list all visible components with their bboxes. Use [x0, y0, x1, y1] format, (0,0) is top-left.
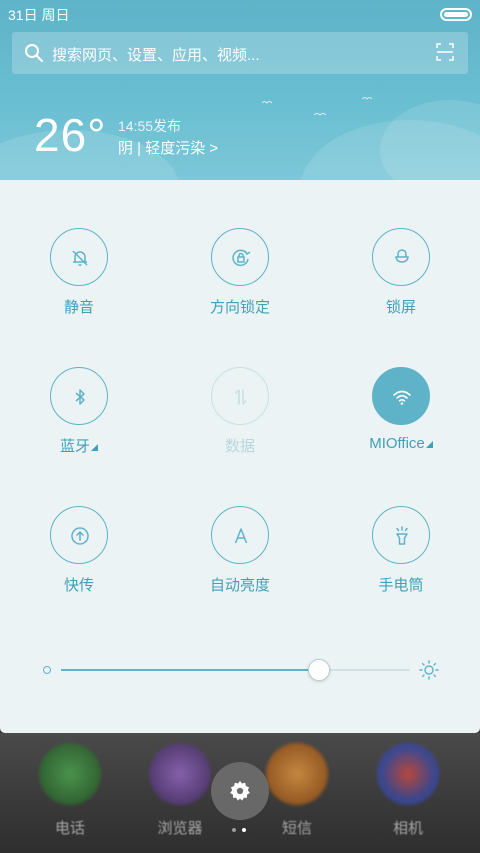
auto-brightness-icon — [211, 506, 269, 564]
brightness-high-icon — [419, 660, 439, 680]
settings-button[interactable] — [211, 762, 269, 820]
toggle-bluetooth[interactable]: 蓝牙 — [19, 367, 139, 456]
search-bar[interactable]: 搜索网页、设置、应用、视频... — [12, 32, 468, 74]
dock-app-phone[interactable]: 电话 — [35, 743, 105, 838]
page-dot — [232, 828, 236, 832]
browser-icon — [149, 743, 211, 805]
brightness-track[interactable] — [61, 659, 410, 681]
gear-icon — [230, 781, 250, 801]
toggle-label: 静音 — [63, 299, 94, 316]
toggle-label: 快传 — [63, 577, 94, 594]
toggle-rotation-lock[interactable]: 方向锁定 — [180, 228, 300, 317]
dock-app-label: 浏览器 — [157, 820, 203, 837]
dock-app-label: 短信 — [281, 820, 312, 837]
toggle-label: 蓝牙 — [19, 435, 139, 456]
toggle-label: 手电筒 — [378, 577, 424, 594]
bird-decoration — [262, 101, 272, 104]
data-arrows-icon — [211, 367, 269, 425]
bird-decoration — [362, 97, 372, 100]
bird-decoration — [314, 113, 326, 116]
toggle-label: MIOffice — [341, 435, 461, 452]
toggle-label: 方向锁定 — [209, 299, 270, 316]
toggle-label: 自动亮度 — [209, 577, 270, 594]
toggle-lock-screen[interactable]: 锁屏 — [341, 228, 461, 317]
bluetooth-label: 蓝牙 — [59, 438, 90, 455]
brightness-slider[interactable] — [40, 659, 440, 681]
page-dot-active — [242, 828, 246, 832]
lock-icon — [372, 228, 430, 286]
page-indicator — [232, 828, 252, 834]
toggle-quick-share[interactable]: 快传 — [19, 506, 139, 595]
dock-app-label: 相机 — [392, 820, 423, 837]
temperature[interactable]: 26° — [34, 108, 107, 162]
wifi-icon — [372, 367, 430, 425]
weather-condition-link[interactable]: 阴 | 轻度污染 > — [118, 137, 218, 158]
wifi-network-label: MIOffice — [369, 435, 425, 452]
message-icon — [266, 743, 328, 805]
toggle-flashlight[interactable]: 手电筒 — [341, 506, 461, 595]
toggle-wifi[interactable]: MIOffice — [341, 367, 461, 452]
battery-icon — [440, 8, 472, 21]
search-input[interactable]: 搜索网页、设置、应用、视频... — [52, 44, 260, 65]
toggle-auto-brightness[interactable]: 自动亮度 — [180, 506, 300, 595]
search-icon — [25, 44, 44, 63]
flashlight-icon — [372, 506, 430, 564]
camera-icon — [377, 743, 439, 805]
scan-icon[interactable] — [436, 43, 454, 61]
menu-indicator-icon — [91, 444, 98, 451]
toggle-mobile-data[interactable]: 数据 — [180, 367, 300, 456]
toggle-label: 锁屏 — [385, 299, 416, 316]
brightness-thumb[interactable] — [308, 659, 331, 681]
bell-off-icon — [50, 228, 108, 286]
cloud-decoration — [380, 100, 480, 180]
status-date: 31日 周日 — [8, 7, 70, 23]
weather-published-time: 14:55发布 — [118, 118, 182, 134]
share-upload-icon — [50, 506, 108, 564]
rotation-lock-icon — [211, 228, 269, 286]
dock-app-messages[interactable]: 短信 — [262, 743, 332, 838]
dock-app-browser[interactable]: 浏览器 — [145, 743, 215, 838]
dock-app-label: 电话 — [54, 820, 85, 837]
status-bar: 31日 周日 — [8, 5, 472, 25]
brightness-low-icon — [43, 666, 51, 674]
toggle-silent[interactable]: 静音 — [19, 228, 139, 317]
quick-settings-panel: 静音 方向锁定 锁屏 蓝牙 数据 MIOffice 快传 自动亮度 手电筒 — [0, 180, 480, 733]
toggle-label: 数据 — [224, 438, 255, 455]
weather-header: 31日 周日 搜索网页、设置、应用、视频... 26° 14:55发布 阴 | … — [0, 0, 480, 180]
bluetooth-icon — [50, 367, 108, 425]
dock-app-camera[interactable]: 相机 — [373, 743, 443, 838]
menu-indicator-icon — [425, 441, 433, 448]
brightness-fill — [61, 669, 320, 671]
phone-icon — [39, 743, 101, 805]
